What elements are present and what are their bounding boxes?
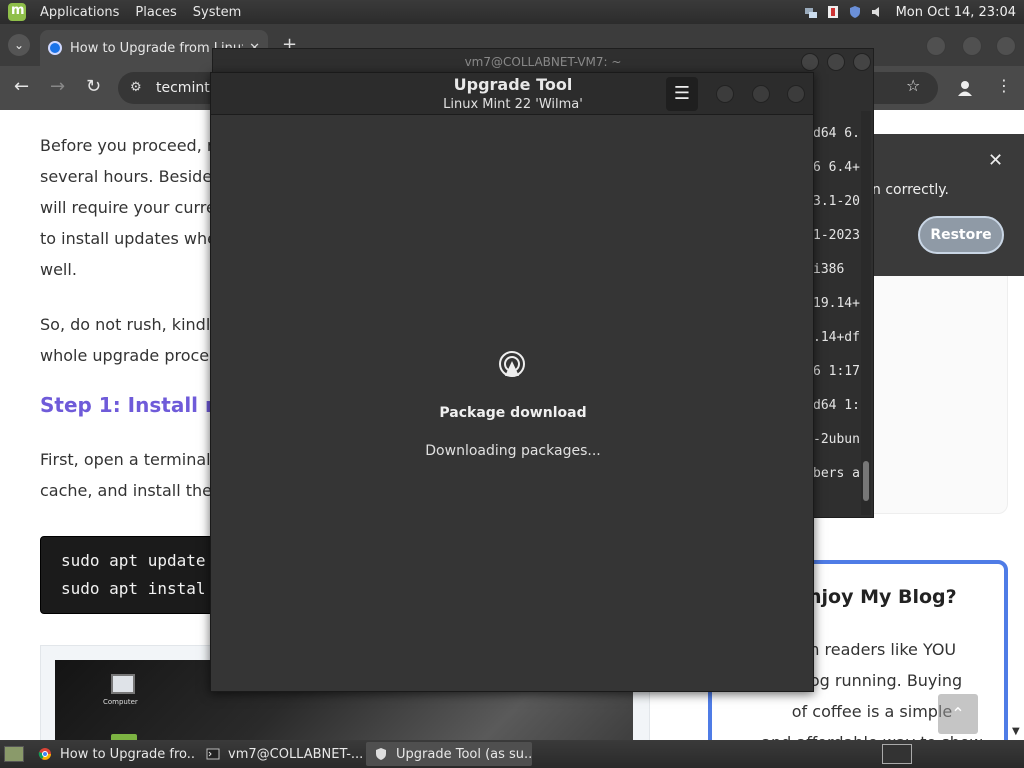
restore-button[interactable]: Restore <box>918 216 1004 254</box>
upgrade-maximize-button[interactable] <box>752 85 770 103</box>
clock[interactable]: Mon Oct 14, 23:04 <box>896 5 1016 20</box>
download-progress-icon <box>499 351 525 377</box>
reload-icon[interactable]: ↻ <box>86 76 101 97</box>
bottom-taskbar: How to Upgrade fro... vm7@COLLABNET-... … <box>0 740 1024 768</box>
network-icon[interactable] <box>804 5 818 19</box>
upgrade-tool-headerbar[interactable]: Upgrade Tool Linux Mint 22 'Wilma' ☰ <box>211 73 813 115</box>
restore-close-icon[interactable]: ✕ <box>988 150 1003 171</box>
restore-pages-popup: ✕ n correctly. Restore <box>848 134 1024 276</box>
terminal-maximize-button[interactable] <box>827 53 845 71</box>
taskbar-item-browser[interactable]: How to Upgrade fro... <box>30 742 196 766</box>
paragraph-step1: First, open a terminal, cache, and insta… <box>40 450 216 500</box>
computer-icon <box>111 674 135 694</box>
paragraph-advice: So, do not rush, kindly whole upgrade pr… <box>40 315 220 365</box>
profile-icon[interactable] <box>956 79 974 97</box>
terminal-close-button[interactable] <box>853 53 871 71</box>
terminal-output: d64 6. 6 6.4+ 3.1-20 1-2023 i386 19.14+ … <box>813 126 860 481</box>
terminal-title: vm7@COLLABNET-VM7: ~ <box>464 55 622 69</box>
upgrade-minimize-button[interactable] <box>716 85 734 103</box>
browser-minimize-button[interactable] <box>926 36 946 56</box>
browser-close-button[interactable] <box>996 36 1016 56</box>
taskbar-item-label: How to Upgrade fro... <box>60 746 196 762</box>
bookmark-star-icon[interactable]: ☆ <box>906 76 920 95</box>
browser-menu-icon[interactable]: ⋮ <box>996 76 1012 95</box>
paragraph-intro: Before you proceed, m several hours. Bes… <box>40 136 223 279</box>
shield-icon[interactable] <box>848 5 862 19</box>
top-panel: Applications Places System Mon Oct 14, 2… <box>0 0 1024 24</box>
taskbar-item-label: Upgrade Tool (as su... <box>396 746 532 762</box>
applications-menu[interactable]: Applications <box>32 0 127 24</box>
terminal-minimize-button[interactable] <box>801 53 819 71</box>
terminal-scrollbar[interactable] <box>861 111 871 515</box>
upgrade-tool-window: Upgrade Tool Linux Mint 22 'Wilma' ☰ Pac… <box>210 72 814 692</box>
page-scroll-down-arrow-icon[interactable]: ▼ <box>1012 726 1020 737</box>
restore-message: n correctly. <box>872 182 949 198</box>
update-manager-tray-icon[interactable] <box>882 744 912 764</box>
chrome-icon <box>38 748 51 760</box>
mint-menu-icon[interactable] <box>8 3 26 21</box>
taskbar-item-label: vm7@COLLABNET-... <box>228 746 364 762</box>
step-heading: Step 1: Install mi <box>40 393 233 417</box>
tab-list-button[interactable]: ⌄ <box>8 34 30 56</box>
site-info-icon[interactable]: ⚙ <box>130 72 142 104</box>
forward-arrow-icon[interactable]: → <box>50 76 65 97</box>
upgrade-close-button[interactable] <box>787 85 805 103</box>
back-arrow-icon[interactable]: ← <box>14 76 29 97</box>
computer-icon-label: Computer <box>103 698 138 706</box>
clipboard-icon[interactable] <box>826 5 840 19</box>
volume-icon[interactable] <box>870 5 884 19</box>
package-download-heading: Package download <box>439 405 587 421</box>
system-tray: Mon Oct 14, 23:04 <box>804 0 1024 24</box>
taskbar-item-upgrade-tool[interactable]: Upgrade Tool (as su... <box>366 742 532 766</box>
scroll-to-top-button[interactable]: ⌃ <box>938 694 978 734</box>
tecmint-favicon-icon <box>48 41 62 55</box>
shield-icon <box>376 748 386 760</box>
blog-card-title: njoy My Blog? <box>808 586 957 608</box>
system-menu[interactable]: System <box>185 0 249 24</box>
browser-maximize-button[interactable] <box>962 36 982 56</box>
show-desktop-icon[interactable] <box>4 746 24 762</box>
terminal-scrollbar-thumb[interactable] <box>863 461 869 501</box>
terminal-icon <box>206 748 220 760</box>
download-status-text: Downloading packages... <box>425 443 601 459</box>
hamburger-menu-button[interactable]: ☰ <box>666 77 698 111</box>
places-menu[interactable]: Places <box>127 0 184 24</box>
taskbar-item-terminal[interactable]: vm7@COLLABNET-... <box>198 742 364 766</box>
